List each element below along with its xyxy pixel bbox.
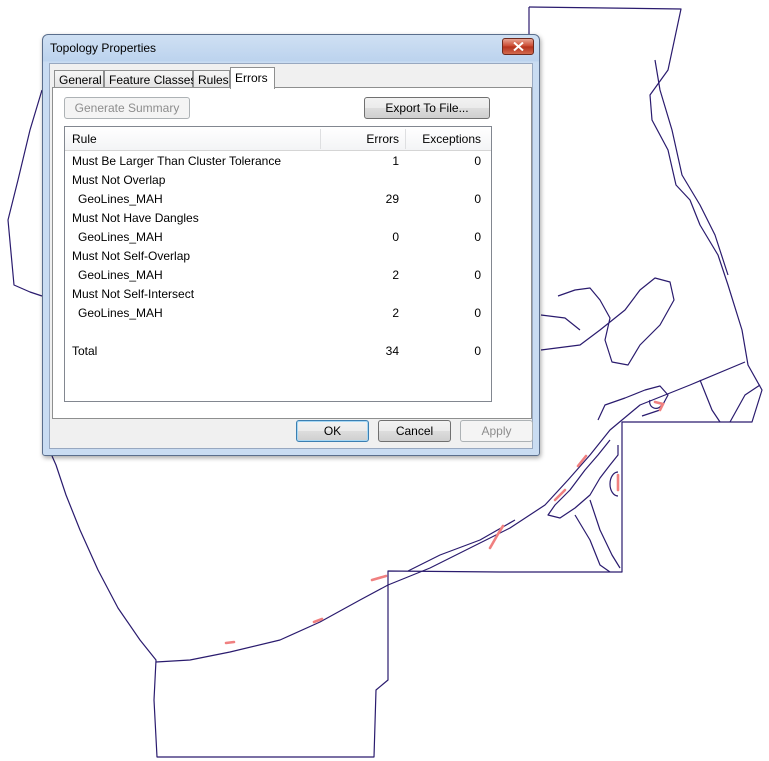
table-row[interactable]: GeoLines_MAH 0 0	[65, 228, 491, 247]
generate-summary-button[interactable]: Generate Summary	[64, 97, 190, 119]
apply-button[interactable]: Apply	[460, 420, 533, 442]
rule-cell: Must Be Larger Than Cluster Tolerance	[72, 154, 281, 168]
errors-cell: 2	[392, 268, 399, 282]
exceptions-cell: 0	[474, 192, 481, 206]
table-row[interactable]: GeoLines_MAH 29 0	[65, 190, 491, 209]
errors-cell: 1	[392, 154, 399, 168]
errors-cell	[320, 285, 399, 304]
total-row[interactable]: Total 34 0	[65, 342, 491, 361]
exceptions-cell: 0	[474, 306, 481, 320]
dialog-client-area: General Feature Classes Rules Errors Gen…	[49, 63, 533, 449]
map-contact-line	[699, 379, 721, 423]
table-row[interactable]: Must Not Have Dangles	[65, 209, 491, 228]
error-mark[interactable]	[224, 640, 236, 645]
column-header-exceptions[interactable]: Exceptions	[405, 127, 481, 150]
column-header-errors[interactable]: Errors	[320, 127, 399, 150]
map-contact-line	[540, 277, 675, 366]
feature-class-cell: GeoLines_MAH	[78, 230, 163, 244]
error-mark[interactable]	[370, 574, 388, 582]
tab-feature-classes[interactable]: Feature Classes	[104, 70, 196, 88]
errors-cell: 0	[392, 230, 399, 244]
dialog-title: Topology Properties	[50, 41, 157, 55]
total-exceptions: 0	[474, 344, 481, 358]
rule-cell: Must Not Have Dangles	[72, 211, 199, 225]
exceptions-cell	[405, 285, 481, 304]
feature-class-cell: GeoLines_MAH	[78, 306, 163, 320]
errors-cell	[320, 247, 399, 266]
map-contact-line	[654, 59, 729, 276]
map-contact-line	[540, 314, 581, 331]
cancel-button[interactable]: Cancel	[378, 420, 451, 442]
table-row[interactable]: Must Be Larger Than Cluster Tolerance 1 …	[65, 152, 491, 171]
tab-general[interactable]: General	[54, 70, 104, 88]
map-contact-line	[729, 384, 761, 423]
exceptions-cell: 0	[474, 268, 481, 282]
tab-rules[interactable]: Rules	[193, 70, 230, 88]
rule-cell: Must Not Self-Overlap	[72, 249, 191, 263]
table-row[interactable]: GeoLines_MAH 2 0	[65, 304, 491, 323]
exceptions-cell: 0	[474, 230, 481, 244]
exceptions-cell	[405, 209, 481, 228]
feature-class-cell: GeoLines_MAH	[78, 192, 163, 206]
title-bar[interactable]: Topology Properties	[43, 35, 539, 61]
error-mark[interactable]	[553, 488, 567, 502]
total-errors: 34	[385, 344, 399, 358]
exceptions-cell: 0	[474, 154, 481, 168]
map-contact-line	[574, 514, 611, 573]
exceptions-cell	[405, 247, 481, 266]
tab-errors[interactable]: Errors	[230, 67, 275, 89]
table-row[interactable]: Must Not Self-Overlap	[65, 247, 491, 266]
total-label: Total	[72, 344, 98, 358]
rule-cell: Must Not Overlap	[72, 173, 166, 187]
errors-cell: 29	[385, 192, 399, 206]
feature-class-cell: GeoLines_MAH	[78, 268, 163, 282]
map-contact-line	[547, 439, 619, 519]
table-row[interactable]: Must Not Overlap	[65, 171, 491, 190]
close-icon	[513, 42, 524, 51]
ok-button[interactable]: OK	[296, 420, 369, 442]
close-button[interactable]	[502, 38, 534, 55]
map-contact-line	[407, 519, 516, 572]
column-header-rule[interactable]: Rule	[72, 127, 97, 150]
map-boundary-left	[7, 89, 43, 297]
table-header: Rule Errors Exceptions	[65, 127, 491, 151]
table-row[interactable]: GeoLines_MAH 2 0	[65, 266, 491, 285]
topology-properties-dialog: Topology Properties General Feature Clas…	[42, 34, 540, 456]
rule-cell: Must Not Self-Intersect	[72, 287, 195, 301]
export-to-file-button[interactable]: Export To File...	[364, 97, 490, 119]
exceptions-cell	[405, 171, 481, 190]
errors-cell: 2	[392, 306, 399, 320]
table-row[interactable]: Must Not Self-Intersect	[65, 285, 491, 304]
errors-summary-table: Rule Errors Exceptions Must Be Larger Th…	[64, 126, 492, 402]
errors-cell	[320, 171, 399, 190]
errors-panel: Generate Summary Export To File... Rule …	[52, 87, 532, 419]
errors-cell	[320, 209, 399, 228]
map-contact-line	[589, 499, 621, 569]
dialog-footer: OK Cancel Apply	[50, 416, 533, 448]
